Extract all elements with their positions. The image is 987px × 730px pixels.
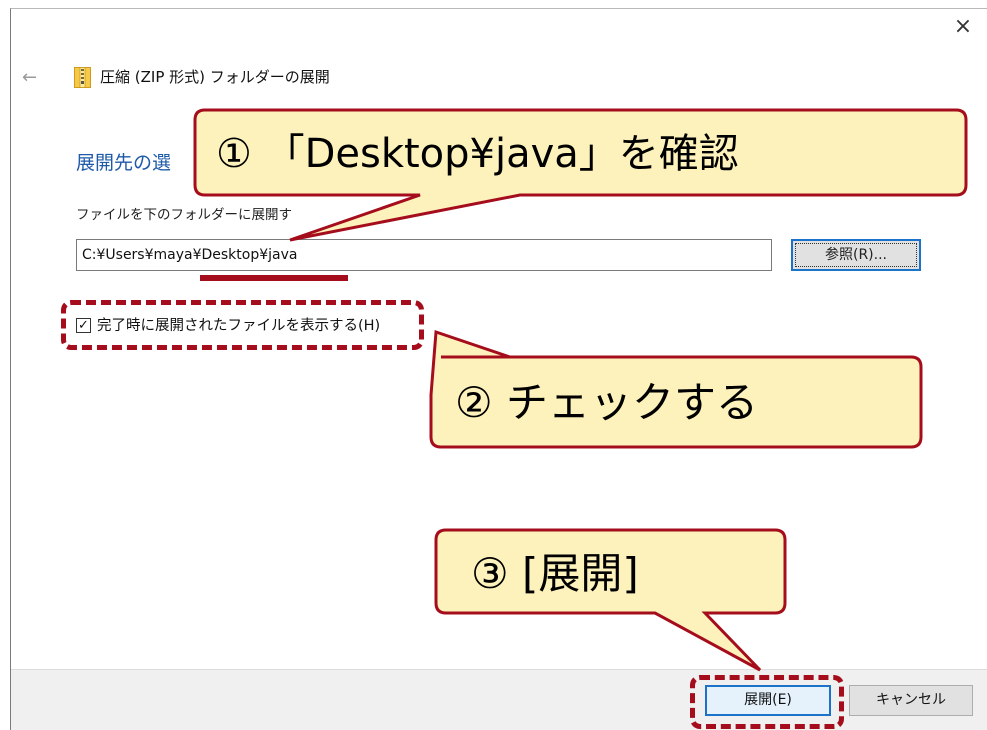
- callout-2-text: ② チェックする: [455, 378, 759, 427]
- callout-shapes: [193, 108, 968, 672]
- callout-3-text: ③ [展開]: [471, 549, 639, 598]
- callout-1-text: ① 「Desktop¥java」を確認: [216, 131, 739, 177]
